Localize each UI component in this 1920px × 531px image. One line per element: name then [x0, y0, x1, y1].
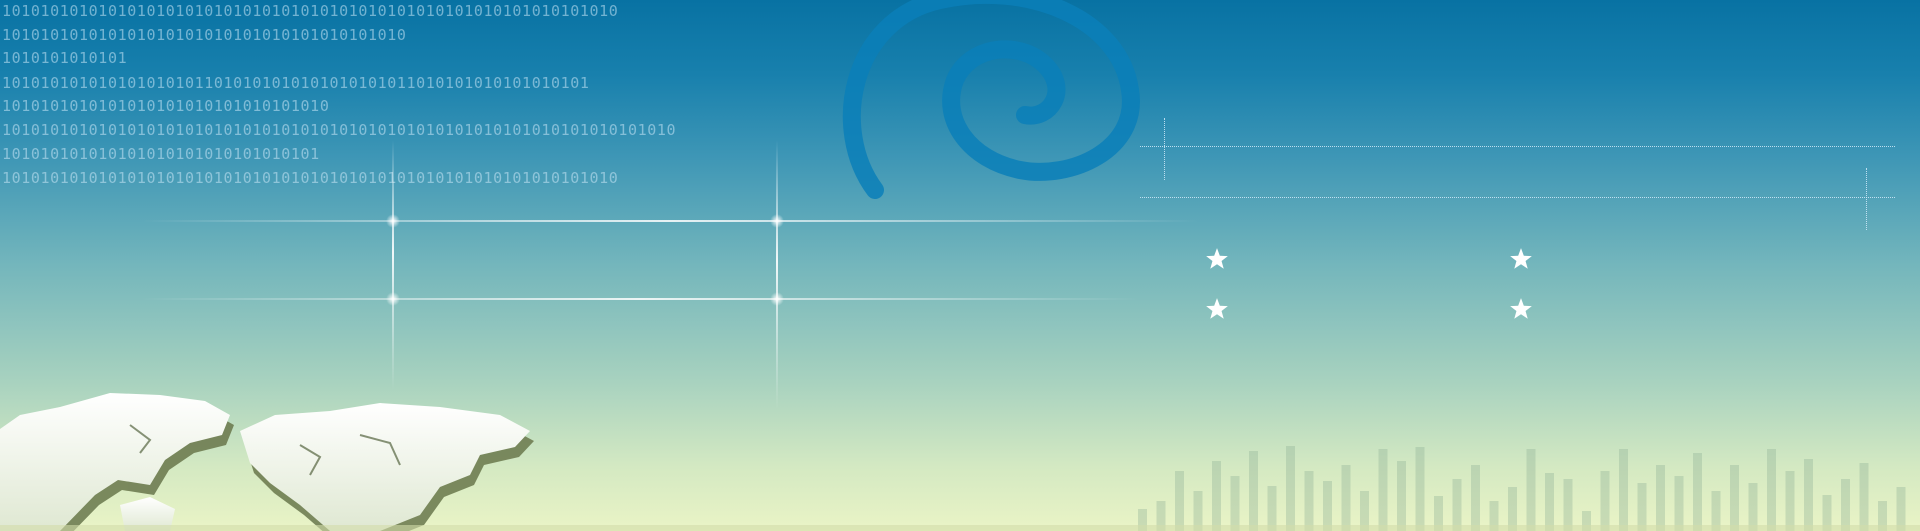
background-bar: [1175, 471, 1184, 531]
background-bar-graphic: [1138, 446, 1906, 531]
binary-code-pattern: 1010101010101010101010101010101010 101010…: [0, 0, 800, 200]
light-streak: [140, 298, 1140, 300]
dotted-line: [1140, 197, 1895, 198]
background-bar: [1545, 473, 1554, 531]
background-bar: [1656, 465, 1665, 531]
binary-line: 1010101010101010101010101010101010101010…: [2, 169, 619, 187]
background-bar: [1212, 461, 1221, 531]
light-flare: [386, 214, 400, 228]
background-bar: [1563, 479, 1573, 531]
background-bar: [1637, 483, 1647, 531]
background-bar: [1785, 471, 1795, 531]
background-bar: [1674, 476, 1684, 531]
background-bar: [1286, 446, 1295, 531]
background-bar: [1378, 449, 1388, 531]
dotted-line: [1140, 146, 1895, 147]
background-bar: [1249, 451, 1258, 531]
ground-strip: [0, 525, 1920, 531]
star-icon: [1206, 248, 1228, 269]
background-bar: [1397, 461, 1406, 531]
star-icon: [1206, 298, 1228, 319]
light-streak: [776, 140, 778, 410]
binary-line: 1010101010101010101010101010101010101010…: [2, 2, 619, 20]
binary-line: 1010101010101010101011010101010101010101…: [2, 74, 590, 92]
background-bar: [1600, 471, 1610, 531]
background-bar: [1859, 463, 1869, 531]
background-bar: [1526, 449, 1536, 531]
binary-line: 101010101010101010101010101010101: [2, 145, 320, 163]
background-bar: [1323, 481, 1332, 531]
light-flare: [386, 292, 400, 306]
background-bar: [1341, 465, 1351, 531]
light-streak: [392, 140, 394, 390]
binary-line: 1010101010101010101010101010101010101010…: [2, 121, 677, 139]
background-bar: [1767, 449, 1776, 531]
spiral-graphic: [842, 0, 1140, 199]
binary-line: 1010101010101: [2, 49, 128, 67]
background-bar: [1619, 449, 1628, 531]
background-bar: [1841, 479, 1850, 531]
dotted-line: [1866, 168, 1867, 230]
background-bar: [1471, 465, 1480, 531]
star-icon: [1510, 298, 1532, 319]
dotted-line: [1164, 118, 1165, 180]
background-bar: [1452, 479, 1462, 531]
background-bar: [1748, 483, 1758, 531]
background-bar: [1804, 459, 1813, 531]
background-bar: [1730, 465, 1739, 531]
light-flare: [770, 214, 784, 228]
world-map-graphic: [0, 393, 534, 531]
binary-line: 1010101010101010101010101010101010: [2, 97, 330, 115]
light-streak: [140, 220, 1200, 222]
star-icon: [1510, 248, 1532, 269]
background-bar: [1693, 453, 1702, 531]
background-bar: [1230, 476, 1240, 531]
background-bar: [1415, 447, 1425, 531]
binary-line: 1010101010101010101010101010101010101010…: [2, 26, 407, 44]
background-bar: [1304, 471, 1314, 531]
light-flare: [770, 292, 784, 306]
